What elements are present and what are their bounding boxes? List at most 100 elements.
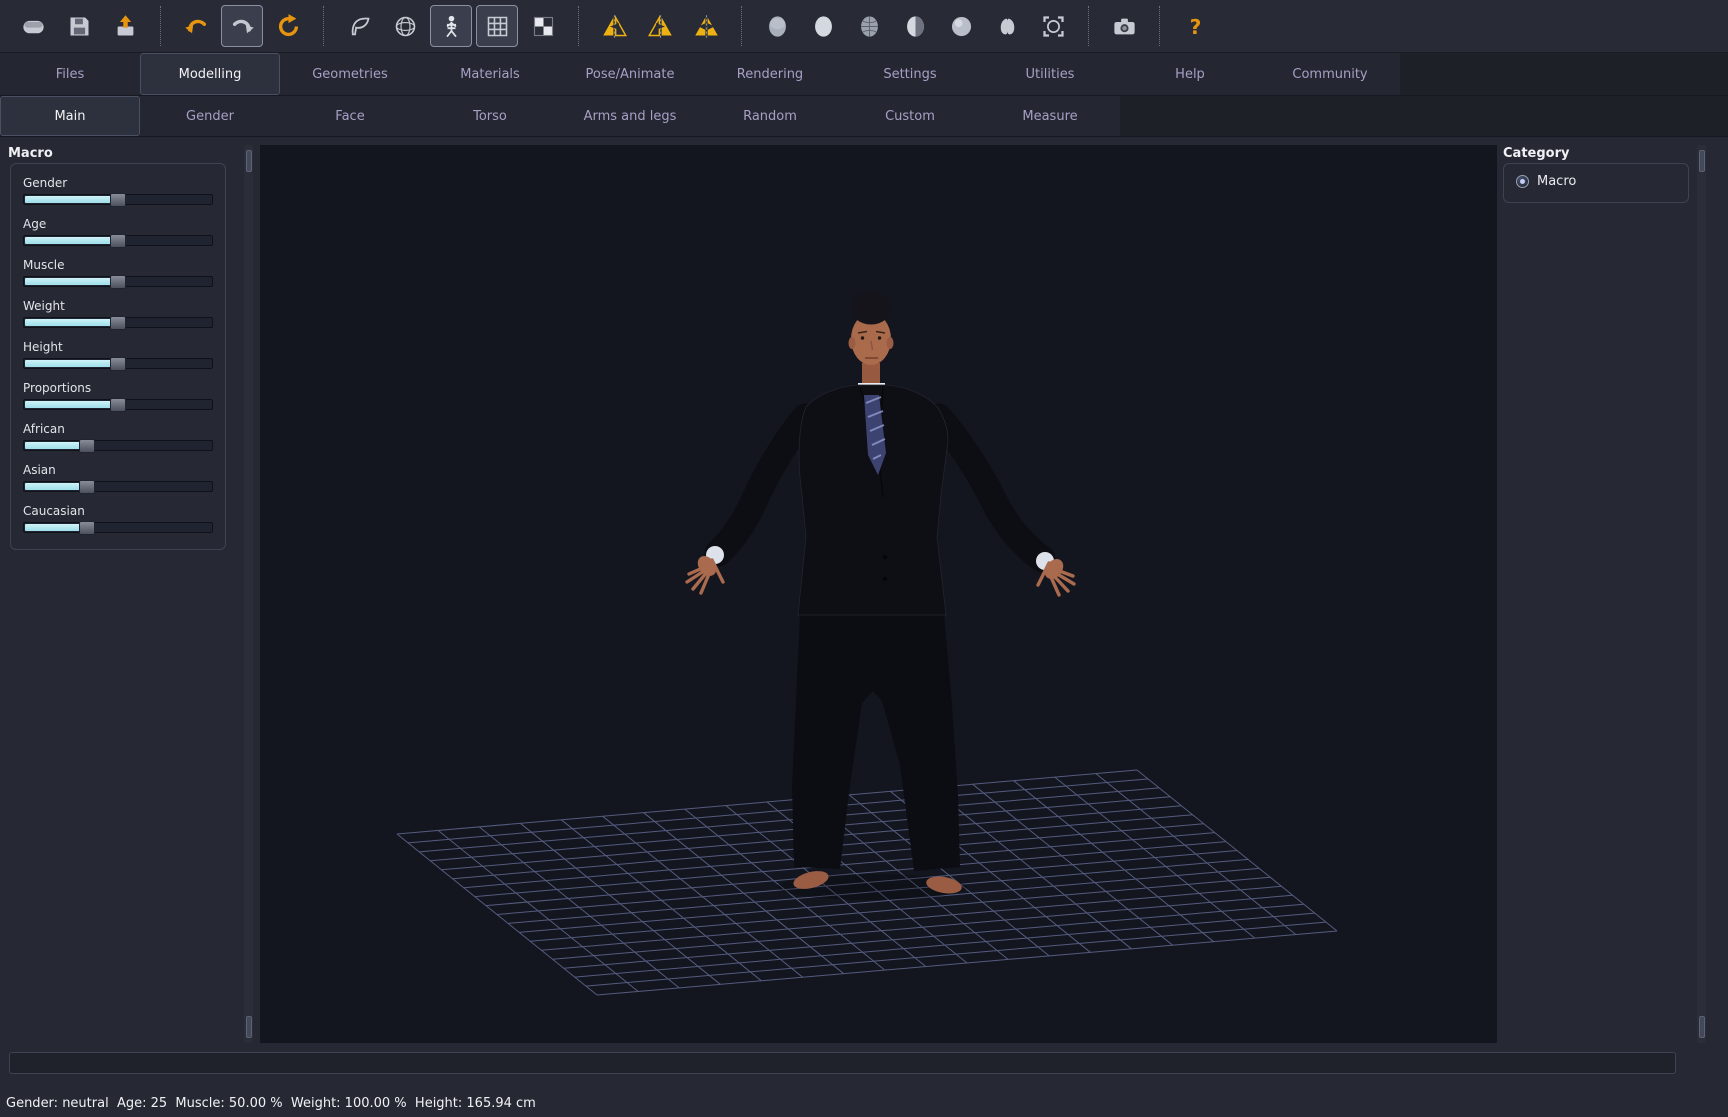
symmetry-right-icon: [647, 13, 674, 40]
wireframe-button[interactable]: [384, 5, 426, 47]
subtab-random[interactable]: Random: [700, 96, 840, 136]
radio-label: Macro: [1537, 174, 1576, 189]
skeleton-button[interactable]: [430, 5, 472, 47]
symmetry-both-button[interactable]: [685, 5, 727, 47]
secondary-tab-bar: MainGenderFaceTorsoArms and legsRandomCu…: [0, 96, 1728, 137]
slider-handle[interactable]: [79, 521, 95, 535]
subtab-arms-and-legs[interactable]: Arms and legs: [560, 96, 700, 136]
slider-age[interactable]: [23, 235, 213, 246]
subtab-torso[interactable]: Torso: [420, 96, 560, 136]
help-button[interactable]: ?: [1174, 5, 1216, 47]
slider-label-african: African: [23, 422, 213, 436]
human-model[interactable]: [687, 292, 1074, 901]
slider-asian[interactable]: [23, 481, 213, 492]
macro-panel-title: Macro: [8, 146, 53, 161]
reset-button[interactable]: [267, 5, 309, 47]
new-model-button[interactable]: [12, 5, 54, 47]
slider-block-asian: Asian: [23, 463, 213, 492]
save-model-button[interactable]: [58, 5, 100, 47]
tab-geometries[interactable]: Geometries: [280, 53, 420, 95]
export-model-button[interactable]: [104, 5, 146, 47]
subtab-measure[interactable]: Measure: [980, 96, 1120, 136]
slider-label-gender: Gender: [23, 176, 213, 190]
redo-button[interactable]: [221, 5, 263, 47]
slider-handle[interactable]: [110, 316, 126, 330]
slider-handle[interactable]: [110, 357, 126, 371]
export-box-icon: [112, 13, 139, 40]
slider-african[interactable]: [23, 440, 213, 451]
slider-handle[interactable]: [79, 480, 95, 494]
status-bar: Gender: neutral Age: 25 Muscle: 50.00 % …: [0, 1090, 1728, 1117]
toolbar-separator: [323, 6, 324, 46]
radio-option-macro[interactable]: Macro: [1516, 174, 1676, 189]
redo-arrow-icon: [229, 13, 256, 40]
tab-modelling[interactable]: Modelling: [140, 53, 280, 95]
head-solid-view-button[interactable]: [756, 5, 798, 47]
slider-handle[interactable]: [110, 398, 126, 412]
grab-screenshot-button[interactable]: [1103, 5, 1145, 47]
focus-view-button[interactable]: [1032, 5, 1074, 47]
slider-fill: [25, 278, 119, 285]
save-floppy-icon: [66, 13, 93, 40]
slider-proportions[interactable]: [23, 399, 213, 410]
slider-label-asian: Asian: [23, 463, 213, 477]
head-half-view-button[interactable]: [894, 5, 936, 47]
slider-label-proportions: Proportions: [23, 381, 213, 395]
symmetry-left-button[interactable]: [593, 5, 635, 47]
radio-button-icon: [1516, 175, 1529, 188]
primary-tab-bar: FilesModellingGeometriesMaterialsPose/An…: [0, 53, 1728, 96]
sphere-view-button[interactable]: [940, 5, 982, 47]
pair-view-button[interactable]: [986, 5, 1028, 47]
toolbar-separator: [578, 6, 579, 46]
tab-help[interactable]: Help: [1120, 53, 1260, 95]
smooth-shading-button[interactable]: [338, 5, 380, 47]
tab-settings[interactable]: Settings: [840, 53, 980, 95]
slider-weight[interactable]: [23, 317, 213, 328]
slider-height[interactable]: [23, 358, 213, 369]
right-splitter[interactable]: [1697, 145, 1706, 1043]
slider-caucasian[interactable]: [23, 522, 213, 533]
slider-muscle[interactable]: [23, 276, 213, 287]
jacket-button: [883, 577, 887, 581]
symmetry-right-button[interactable]: [639, 5, 681, 47]
slider-block-proportions: Proportions: [23, 381, 213, 410]
head-plain-view-button[interactable]: [802, 5, 844, 47]
tab-community[interactable]: Community: [1260, 53, 1400, 95]
tab-utilities[interactable]: Utilities: [980, 53, 1120, 95]
slider-label-weight: Weight: [23, 299, 213, 313]
undo-button[interactable]: [175, 5, 217, 47]
lungs-icon: [994, 13, 1021, 40]
tab-rendering[interactable]: Rendering: [700, 53, 840, 95]
slider-block-height: Height: [23, 340, 213, 369]
camera-icon: [1111, 13, 1138, 40]
ground-grid-button[interactable]: [476, 5, 518, 47]
slider-handle[interactable]: [110, 193, 126, 207]
tab-files[interactable]: Files: [0, 53, 140, 95]
slider-label-age: Age: [23, 217, 213, 231]
slider-fill: [25, 237, 119, 244]
subtab-gender[interactable]: Gender: [140, 96, 280, 136]
head-wire-view-button[interactable]: [848, 5, 890, 47]
slider-block-weight: Weight: [23, 299, 213, 328]
scene-canvas[interactable]: [260, 145, 1497, 1043]
subtab-main[interactable]: Main: [0, 96, 140, 136]
subtab-face[interactable]: Face: [280, 96, 420, 136]
background-button[interactable]: [522, 5, 564, 47]
tab-materials[interactable]: Materials: [420, 53, 560, 95]
viewport-3d[interactable]: [260, 145, 1497, 1043]
status-text: Gender: neutral Age: 25 Muscle: 50.00 % …: [6, 1096, 536, 1111]
slider-handle[interactable]: [79, 439, 95, 453]
macro-sliders: GenderAgeMuscleWeightHeightProportionsAf…: [23, 176, 213, 533]
category-options: Macro: [1516, 174, 1676, 189]
left-splitter[interactable]: [244, 145, 253, 1043]
slider-handle[interactable]: [110, 275, 126, 289]
slider-gender[interactable]: [23, 194, 213, 205]
progress-bar: [9, 1052, 1676, 1074]
head-half-icon: [902, 13, 929, 40]
tab-pose-animate[interactable]: Pose/Animate: [560, 53, 700, 95]
slider-block-african: African: [23, 422, 213, 451]
slider-handle[interactable]: [110, 234, 126, 248]
subtab-custom[interactable]: Custom: [840, 96, 980, 136]
category-panel: Macro: [1503, 163, 1689, 203]
makehuman-window: ? FilesModellingGeometriesMaterialsPose/…: [0, 0, 1728, 1117]
